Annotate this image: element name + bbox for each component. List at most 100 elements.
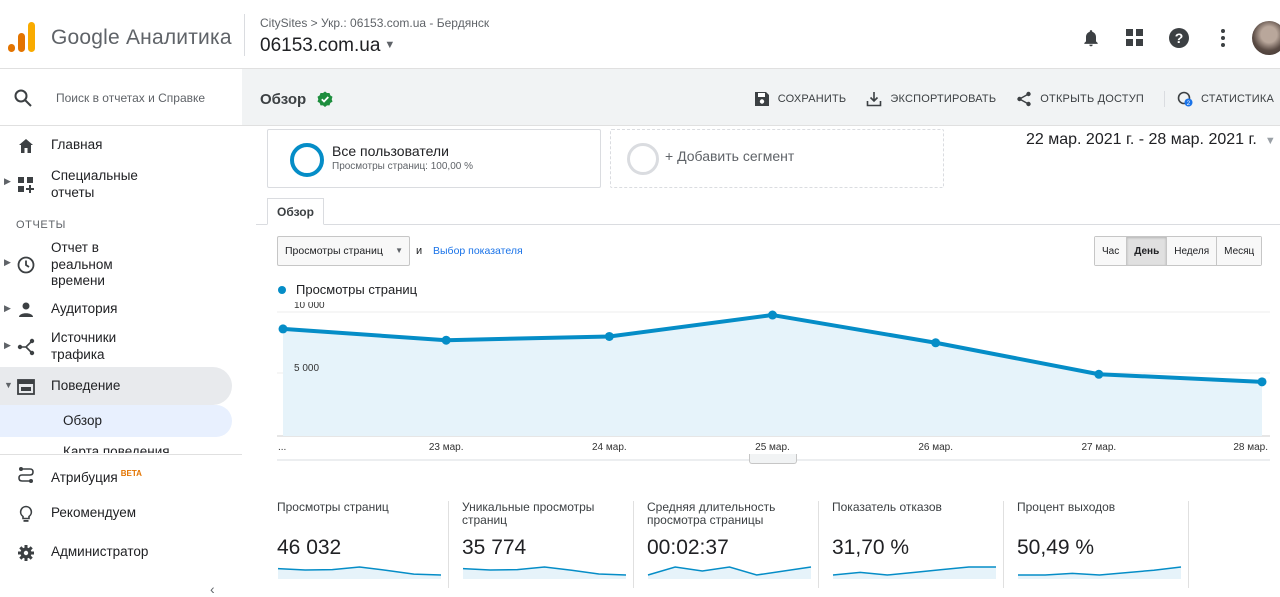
sparkline-area [278,567,441,579]
expand-arrow-icon: ▶ [4,340,11,350]
metric-dropdown-value: Просмотры страниц [285,245,383,257]
scorecard[interactable]: Уникальные просмотры страниц 35 774 [455,501,630,591]
legend-label: Просмотры страниц [296,282,418,297]
chart-resize-handle[interactable] [749,454,797,464]
clock-icon [17,256,35,274]
sidebar-item-admin[interactable]: Администратор [0,544,242,564]
scorecard[interactable]: Процент выходов 50,49 % [1010,501,1185,591]
apps-grid-icon[interactable] [1124,27,1146,49]
granularity-day-button[interactable]: День [1126,237,1167,265]
add-segment-button[interactable]: + Добавить сегмент [610,129,944,188]
scorecard-divider [818,501,819,588]
sidebar-subitem-overview[interactable] [0,405,232,437]
granularity-toggle: Час День Неделя Месяц [1094,236,1263,266]
x-tick-label: ... [278,442,286,453]
verified-check-icon [317,91,333,107]
sidebar-item-acquisition[interactable]: ▶ Источники трафика [0,330,242,364]
sidebar-item-attribution[interactable]: Атрибуция BETA [0,466,242,486]
account-breadcrumb[interactable]: CitySites > Укр.: 06153.com.ua - Бердянс… [260,16,489,30]
home-icon [19,139,33,153]
sidebar-divider [0,454,242,455]
analytics-logo-icon[interactable] [8,22,36,52]
insights-button[interactable]: 2 СТАТИСТИКА [1164,91,1274,107]
scorecard[interactable]: Просмотры страниц 46 032 [270,501,445,591]
svg-text:2: 2 [1187,101,1191,107]
acquisition-icon [17,338,35,356]
help-icon[interactable]: ? [1168,27,1190,49]
segment-title: Все пользователи [332,143,449,159]
chevron-down-icon: ▼ [1264,135,1276,147]
sidebar-item-audience[interactable]: ▶ Аудитория [0,301,242,321]
sidebar-subitem-label-behavior-flow[interactable]: Карта поведения [63,445,170,453]
x-tick-label: 24 мар. [592,442,627,453]
scorecard-value: 46 032 [277,536,342,559]
brand-name: Google Аналитика [51,26,232,49]
chevron-down-icon: ▼ [384,39,396,51]
scorecard-divider [633,501,634,588]
scorecard-title: Уникальные просмотры страниц [462,500,595,527]
scorecard-title: Средняя длительность просмотра страницы [647,500,776,527]
sparkline-area [648,567,811,579]
legend-dot [278,285,286,294]
insights-icon: 2 [1177,91,1193,107]
segment-all-users[interactable]: Все пользователи Просмотры страниц: 100,… [267,129,601,188]
insights-button-label: СТАТИСТИКА [1201,93,1274,105]
sidebar-item-label: Администратор [51,544,149,559]
notifications-bell-icon[interactable] [1080,27,1102,49]
chart-legend: Просмотры страниц [278,282,417,297]
export-button-label: ЭКСПОРТИРОВАТЬ [890,93,997,105]
sidebar-subitem-label-overview[interactable]: Обзор [63,413,102,428]
scorecard[interactable]: Средняя длительность просмотра страницы 0… [640,501,815,591]
collapse-sidebar-icon[interactable]: ‹ [210,581,215,597]
scorecard-sparkline [277,566,442,579]
tab-overview[interactable]: Обзор [267,198,324,225]
segment-ring-icon [290,143,324,177]
pageviews-chart[interactable]: 10 000 5 000... 23 мар. 24 мар. 25 мар. 26 ма… [277,302,1270,462]
data-point [604,331,614,341]
search-input[interactable]: Поиск в отчетах и Справке [56,91,214,105]
export-icon [867,92,882,107]
granularity-hour-button[interactable]: Час [1095,237,1127,265]
date-range-label: 22 мар. 2021 г. - 28 мар. 2021 г. [1026,131,1257,148]
scorecard-title: Показатель отказов [832,500,942,514]
choose-metric-link[interactable]: Выбор показателя [433,245,523,257]
granularity-month-button[interactable]: Месяц [1216,237,1262,265]
sidebar-item-realtime[interactable]: ▶ Отчет в реальном времени [0,240,242,290]
data-point [931,338,941,348]
section-label-reports: ОТЧЕТЫ [16,219,67,231]
save-button[interactable]: СОХРАНИТЬ [754,91,847,107]
sidebar-item-custom-reports[interactable]: ▶ Специальные отчеты [0,168,242,202]
add-segment-label: + Добавить сегмент [665,148,795,164]
sidebar-item-home[interactable]: Главная [0,137,242,157]
granularity-week-button[interactable]: Неделя [1166,237,1217,265]
date-range-picker[interactable]: 22 мар. 2021 г. - 28 мар. 2021 г. ▼ [1026,131,1276,149]
account-avatar[interactable] [1252,21,1280,55]
expand-arrow-icon: ▶ [4,303,11,313]
data-point [768,310,777,320]
x-tick-label: 27 мар. [1081,442,1116,453]
y-tick-label: 5 000 [294,363,319,374]
scorecard[interactable]: Показатель отказов 31,70 % [825,501,1000,591]
scorecard-divider [1188,501,1189,588]
share-icon [1017,91,1031,107]
sidebar-item-discover[interactable]: Рекомендуем [0,505,242,525]
empty-segment-ring-icon [627,143,659,175]
report-header: Обзор СОХРАНИТЬ ЭКСПОРТИРОВАТЬ ОТКРЫТЬ Д… [242,69,1280,126]
scorecard-value: 00:02:37 [647,536,729,559]
x-tick-label: 28 мар. [1233,442,1268,453]
sidebar-search[interactable]: Поиск в отчетах и Справке [0,69,242,126]
segment-subtitle: Просмотры страниц: 100,00 % [332,161,473,172]
scorecard-sparkline [1018,566,1182,579]
metric-dropdown[interactable]: Просмотры страниц ▼ [277,236,410,266]
property-name: 06153.com.ua [260,35,381,56]
more-vert-icon[interactable] [1212,27,1234,49]
save-icon [754,92,769,106]
custom-reports-icon [18,177,34,193]
x-tick-label: 23 мар. [429,442,464,453]
sidebar-item-behavior-content[interactable]: ▼ Поведение [0,378,242,398]
export-button[interactable]: ЭКСПОРТИРОВАТЬ [866,91,996,107]
property-selector[interactable]: 06153.com.ua ▼ [260,35,395,57]
scorecard-title: Процент выходов [1017,500,1116,514]
attribution-icon [18,467,34,483]
share-button[interactable]: ОТКРЫТЬ ДОСТУП [1016,91,1144,107]
